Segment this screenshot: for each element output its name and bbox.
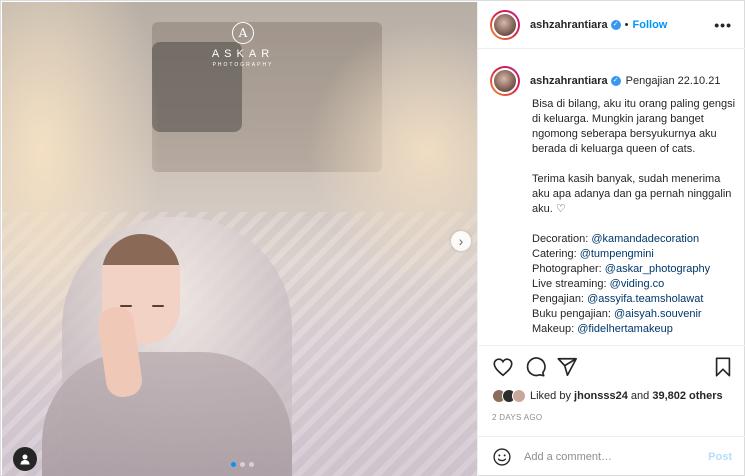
credit-label: Photographer:	[532, 263, 602, 275]
emoji-icon[interactable]	[492, 447, 512, 467]
share-icon[interactable]	[556, 356, 578, 378]
carousel-indicator	[231, 462, 254, 467]
credit-line: Buku pengajian: @aisyah.souvenir	[532, 307, 737, 322]
credit-line: Makeup: @fidelhertamakeup	[532, 322, 737, 337]
credit-line: Live streaming: @viding.co	[532, 277, 737, 292]
caption-paragraph: Terima kasih banyak, sudah menerima aku …	[532, 173, 732, 215]
mention-link[interactable]: @tumpengmini	[580, 248, 654, 260]
caption-avatar[interactable]	[490, 66, 520, 96]
post-header: ashzahrantiara ✓ • Follow •••	[478, 2, 745, 49]
comment-input[interactable]	[524, 450, 694, 463]
likes-prefix: Liked by	[530, 390, 571, 402]
photo-dress	[42, 352, 292, 476]
verified-badge-icon: ✓	[610, 20, 621, 30]
credit-label: Decoration:	[532, 233, 589, 245]
avatar[interactable]	[490, 10, 520, 40]
credit-line: Catering: @tumpengmini	[532, 247, 737, 262]
credit-label: Catering:	[532, 248, 577, 260]
post-side-panel: ashzahrantiara ✓ • Follow ••• ashzahrant…	[477, 2, 745, 476]
mention-link[interactable]: @fidelhertamakeup	[577, 323, 673, 335]
caption-username[interactable]: ashzahrantiara	[530, 75, 608, 87]
credit-line: Decoration: @kamandadecoration	[532, 232, 737, 247]
bookmark-icon[interactable]	[712, 356, 734, 378]
photo-watermark: A ASKAR PHOTOGRAPHY	[198, 22, 288, 68]
carousel-dot	[231, 462, 236, 467]
mention-link[interactable]: @viding.co	[610, 278, 665, 290]
likes-and: and	[630, 390, 650, 402]
photo-eye-right	[152, 305, 164, 307]
tagged-users-button[interactable]	[13, 447, 37, 471]
comment-icon[interactable]	[524, 356, 546, 378]
avatar-image	[492, 12, 518, 38]
avatar-image	[492, 68, 518, 94]
credit-label: Buku pengajian:	[532, 308, 611, 320]
action-bar	[478, 345, 745, 389]
caption-text: Bisa di bilang, aku itu orang paling gen…	[532, 97, 737, 337]
liker-avatar	[512, 389, 526, 403]
heart-icon[interactable]	[492, 356, 514, 378]
post-photo[interactable]: A ASKAR PHOTOGRAPHY ›	[2, 2, 477, 476]
liker-username-link[interactable]: jhonsss24	[574, 390, 628, 402]
location-text: Pengajian 22.10.21	[625, 75, 721, 87]
post-frame: A ASKAR PHOTOGRAPHY › ashzahrantiara ✓ •…	[0, 0, 745, 476]
credit-line: Photographer: @askar_photography	[532, 262, 737, 277]
mention-link[interactable]: @assyifa.teamsholawat	[587, 293, 703, 305]
username-link[interactable]: ashzahrantiara	[530, 19, 608, 31]
user-icon	[20, 454, 30, 465]
post-comment-button[interactable]: Post	[708, 451, 732, 463]
caption-header: ashzahrantiara ✓ Pengajian 22.10.21	[490, 66, 720, 96]
separator-dot: •	[624, 19, 629, 31]
watermark-subtitle: PHOTOGRAPHY	[212, 62, 274, 68]
chevron-right-icon: ›	[458, 233, 464, 249]
watermark-title: ASKAR	[211, 48, 275, 60]
carousel-dot	[249, 462, 254, 467]
credit-label: Pengajian:	[532, 293, 584, 305]
post-timestamp[interactable]: 2 DAYS AGO	[492, 413, 542, 422]
comment-bar: Post	[478, 436, 745, 476]
caption-paragraph: Bisa di bilang, aku itu orang paling gen…	[532, 98, 736, 155]
credit-label: Makeup:	[532, 323, 575, 335]
likes-summary: Liked by jhonsss24 and 39,802 others	[492, 389, 723, 403]
mention-link[interactable]: @askar_photography	[605, 263, 710, 275]
verified-badge-icon: ✓	[610, 76, 621, 86]
mention-link[interactable]: @aisyah.souvenir	[614, 308, 702, 320]
caption-area: ashzahrantiara ✓ Pengajian 22.10.21 Bisa…	[478, 50, 745, 345]
more-options-icon[interactable]: •••	[714, 17, 732, 33]
credits-list: Decoration: @kamandadecoration Catering:…	[532, 232, 737, 337]
watermark-logo: A	[232, 22, 254, 44]
credit-line: Pengajian: @assyifa.teamsholawat	[532, 292, 737, 307]
likes-text: Liked by jhonsss24 and 39,802 others	[530, 390, 723, 402]
next-photo-button[interactable]: ›	[451, 231, 471, 251]
credit-label: Live streaming:	[532, 278, 607, 290]
likes-count-link[interactable]: 39,802 others	[652, 390, 722, 402]
follow-button[interactable]: Follow	[633, 19, 668, 31]
mention-link[interactable]: @kamandadecoration	[591, 233, 699, 245]
carousel-dot	[240, 462, 245, 467]
